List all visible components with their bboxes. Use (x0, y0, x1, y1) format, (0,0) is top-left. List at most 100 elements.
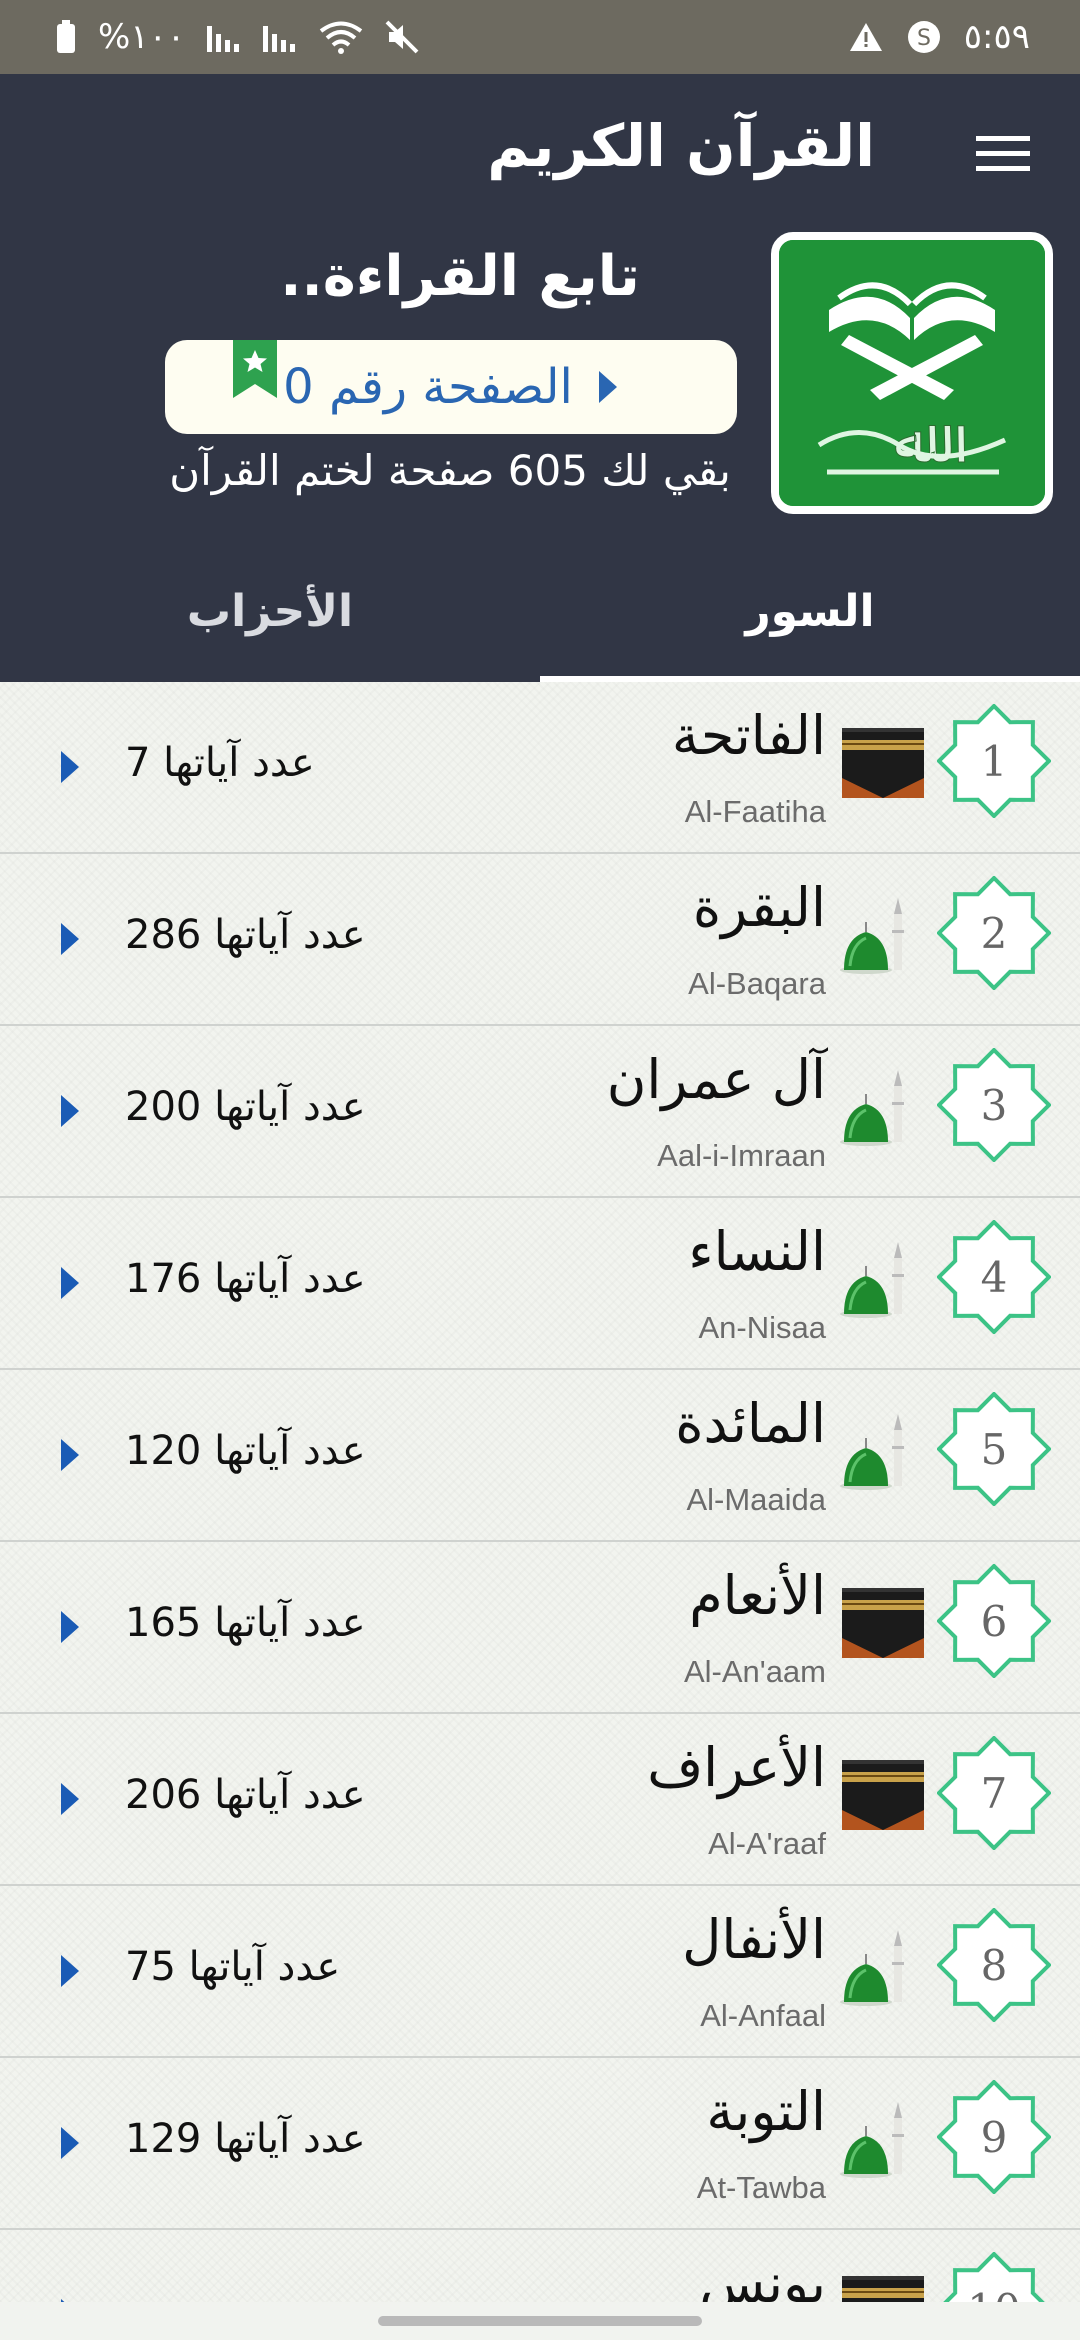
surah-name-english: Al-Anfaal (700, 1998, 826, 2033)
surah-row[interactable]: 10 يونس (0, 2230, 1080, 2302)
kaaba-icon (842, 1588, 924, 1658)
continue-page-button[interactable]: الصفحة رقم 0 (165, 340, 737, 434)
surah-row[interactable]: 6 الأنعام Al-An'aam عدد آياتها 165 (0, 1542, 1080, 1714)
clock: ٥:٥٩ (963, 17, 1030, 57)
signal-icon-2 (263, 26, 296, 52)
surah-number: 6 (980, 1596, 1008, 1646)
surah-row[interactable]: 4 النساء An-Nisaa عدد آياتها 176 (0, 1198, 1080, 1370)
surah-number-badge: 4 (936, 1219, 1052, 1335)
quran-logo: ﷲ (771, 232, 1053, 514)
play-arrow-icon (61, 1783, 79, 1815)
hamburger-menu-icon[interactable] (976, 134, 1030, 174)
surah-number: 3 (980, 1080, 1008, 1130)
surah-number: 7 (980, 1768, 1008, 1818)
surah-number-badge: 6 (936, 1563, 1052, 1679)
surah-number-badge: 5 (936, 1391, 1052, 1507)
surah-name-english: Al-An'aam (683, 1654, 826, 1689)
mute-icon (385, 20, 419, 54)
tab-surahs[interactable]: السور (540, 540, 1080, 682)
surah-number-badge: 7 (936, 1735, 1052, 1851)
play-arrow-icon (61, 1955, 79, 1987)
surah-name-english: At-Tawba (696, 2170, 826, 2205)
surah-name-arabic: الأنفال (682, 1908, 826, 1971)
surah-number-badge: 9 (936, 2079, 1052, 2195)
mosque-dome-icon (840, 898, 904, 974)
surah-row[interactable]: 1 الفاتحة Al-Faatiha عدد آياتها 7 (0, 682, 1080, 854)
surah-name-english: Al-Baqara (688, 966, 826, 1001)
surah-number: 2 (980, 908, 1008, 958)
mosque-dome-icon (840, 1242, 904, 1318)
tab-bar: السور الأحزاب (0, 540, 1080, 684)
ayah-count: عدد آياتها 200 (125, 1084, 366, 1130)
surah-row[interactable]: 8 الأنفال Al-Anfaal عدد آياتها 75 (0, 1886, 1080, 2058)
ayah-count: عدد آياتها 7 (125, 740, 315, 786)
play-arrow-icon (61, 751, 79, 783)
surah-name-english: Al-A'raaf (708, 1826, 826, 1861)
surah-name-arabic: يونس (699, 2252, 826, 2302)
app-title: القرآن الكريم (487, 112, 875, 180)
svg-text:S: S (917, 26, 931, 51)
home-indicator-area (0, 2302, 1080, 2340)
warning-icon (849, 23, 882, 51)
app-notification-icon: S (907, 21, 940, 53)
battery-percent: %١٠٠ (98, 17, 186, 57)
play-arrow-icon (61, 2127, 79, 2159)
surah-name-arabic: آل عمران (606, 1048, 826, 1111)
surah-number: 4 (980, 1252, 1008, 1302)
wifi-icon (319, 21, 363, 54)
battery-icon (57, 20, 75, 53)
continue-reading-title: تابع القراءة.. (280, 244, 640, 309)
surah-number: 10 (937, 2252, 1051, 2303)
signal-icon (207, 26, 240, 52)
surah-row[interactable]: 5 المائدة Al-Maaida عدد آياتها 120 (0, 1370, 1080, 1542)
surah-number-badge: 3 (936, 1047, 1052, 1163)
open-quran-book-icon: ﷲ (779, 240, 1045, 506)
kaaba-icon (842, 2276, 924, 2302)
play-arrow-icon (61, 1611, 79, 1643)
surah-name-english: Al-Faatiha (684, 794, 826, 829)
play-arrow-icon (61, 1267, 79, 1299)
kaaba-icon (842, 1760, 924, 1830)
status-icons-right: S ٥:٥٩ (848, 17, 1030, 57)
mosque-dome-icon (840, 1930, 904, 2006)
ayah-count: عدد آياتها 129 (125, 2116, 366, 2162)
surah-number-badge: 1 (936, 703, 1052, 819)
app-header: القرآن الكريم ﷲ تابع القراءة.. الصفحة رق… (0, 74, 1080, 684)
surah-name-arabic: النساء (688, 1220, 826, 1283)
play-arrow-icon (61, 1439, 79, 1471)
surah-row[interactable]: 9 التوبة At-Tawba عدد آياتها 129 (0, 2058, 1080, 2230)
tab-ahzab[interactable]: الأحزاب (0, 540, 540, 682)
mosque-dome-icon (840, 1070, 904, 1146)
surah-row[interactable]: 3 آل عمران Aal-i-Imraan عدد آياتها 200 (0, 1026, 1080, 1198)
ayah-count: عدد آياتها 176 (125, 1256, 366, 1302)
home-gesture-bar[interactable] (378, 2316, 702, 2326)
ayah-count: عدد آياتها 286 (125, 912, 366, 958)
surah-name-english: Aal-i-Imraan (657, 1138, 826, 1173)
surah-name-english: Al-Maaida (686, 1482, 826, 1517)
surah-number: 9 (980, 2112, 1008, 2162)
status-icons-left: %١٠٠ (56, 17, 419, 57)
play-arrow-icon (61, 923, 79, 955)
play-arrow-icon (598, 371, 617, 403)
surah-name-arabic: المائدة (675, 1392, 826, 1455)
surah-row[interactable]: 2 البقرة Al-Baqara عدد آياتها 286 (0, 854, 1080, 1026)
ayah-count: عدد آياتها 75 (125, 1944, 341, 1990)
ayah-count: عدد آياتها 206 (125, 1772, 366, 1818)
surah-name-arabic: البقرة (692, 876, 826, 939)
surah-number-badge: 10 (937, 2251, 1051, 2303)
surah-name-arabic: الأنعام (689, 1564, 826, 1627)
pages-remaining-text: بقي لك 605 صفحة لختم القرآن (169, 446, 731, 495)
page-button-label: الصفحة رقم 0 (283, 359, 573, 415)
surah-row[interactable]: 7 الأعراف Al-A'raaf عدد آياتها 206 (0, 1714, 1080, 1886)
surah-number: 5 (980, 1424, 1008, 1474)
mosque-dome-icon (840, 2102, 904, 2178)
status-bar: %١٠٠ S ٥:٥٩ (0, 0, 1080, 74)
surah-number-badge: 2 (936, 875, 1052, 991)
kaaba-icon (842, 728, 924, 798)
surah-list[interactable]: 1 الفاتحة Al-Faatiha عدد آياتها 7 2 البقرة Al-… (0, 682, 1080, 2302)
bookmark-icon (233, 340, 277, 398)
surah-number: 1 (980, 736, 1008, 786)
ayah-count: عدد آياتها 165 (125, 1600, 366, 1646)
surah-name-english: An-Nisaa (698, 1310, 827, 1345)
ayah-count: عدد آياتها 120 (125, 1428, 366, 1474)
